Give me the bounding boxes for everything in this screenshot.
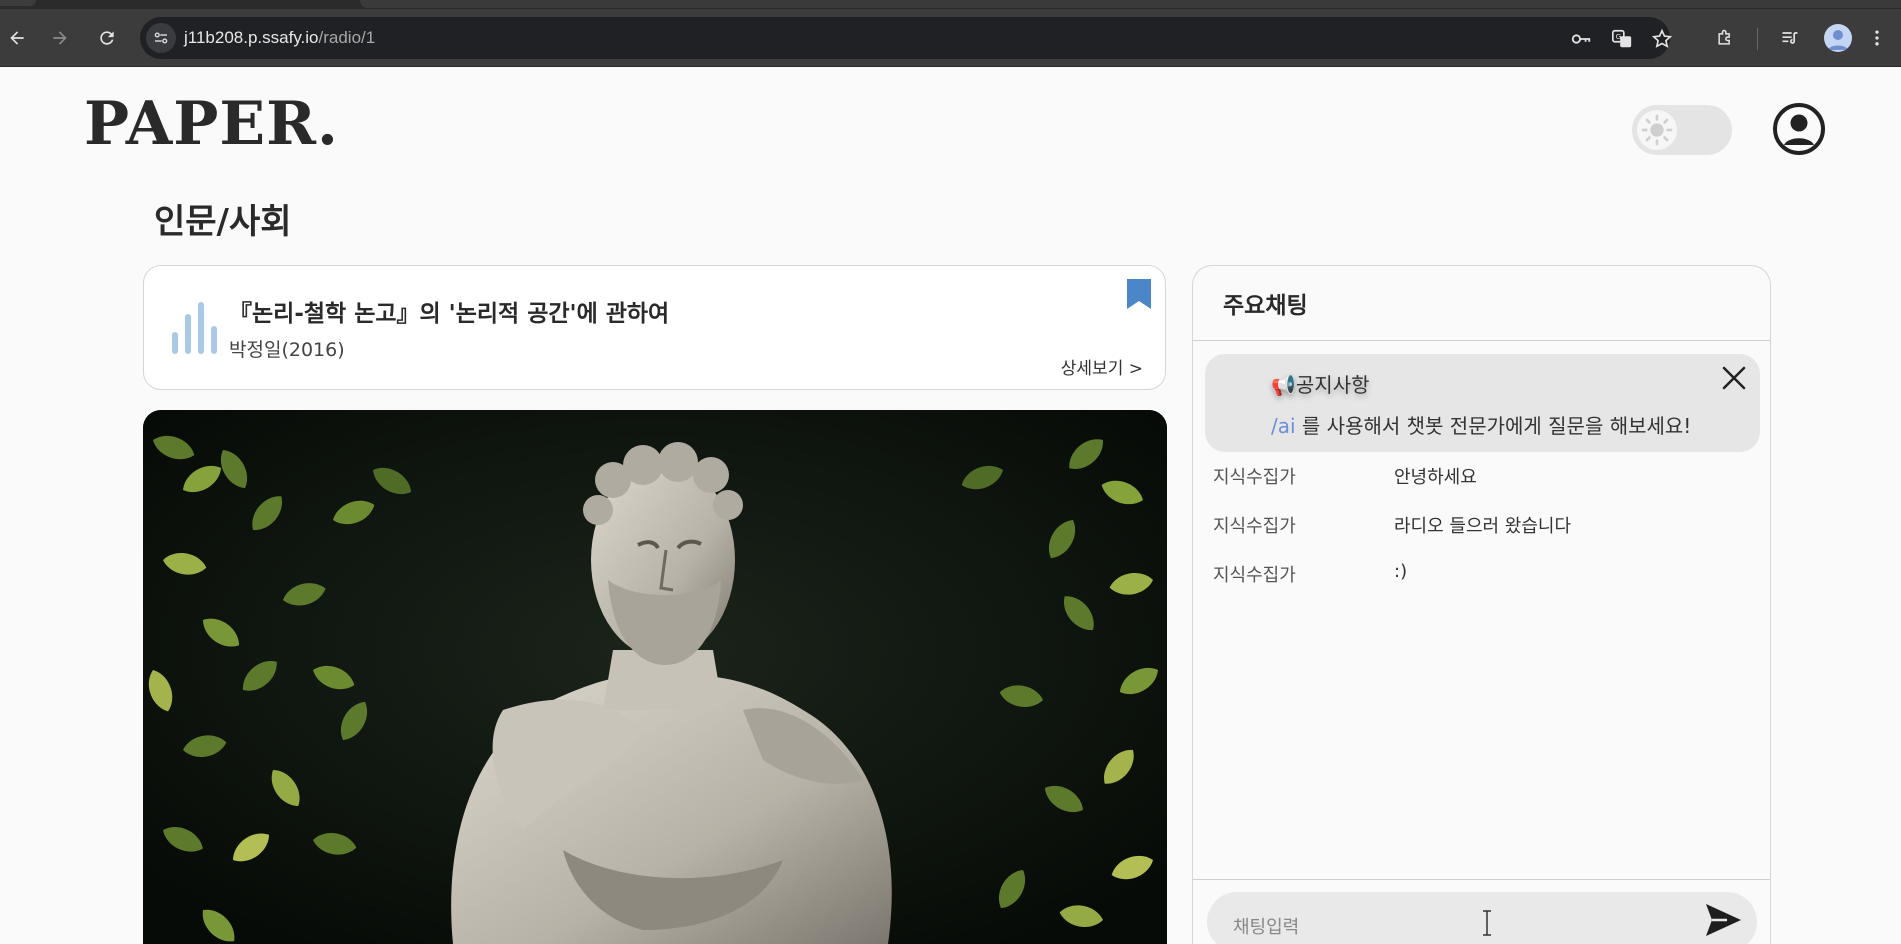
site-logo[interactable]: PAPER.: [84, 88, 339, 160]
close-icon[interactable]: [1720, 364, 1748, 392]
theme-toggle[interactable]: [1632, 105, 1732, 155]
notice-command: /ai: [1271, 414, 1296, 438]
statue-illustration: [143, 410, 1167, 944]
url-host: j11b208.p.ssafy.io: [184, 28, 319, 47]
chat-header: 주요채팅: [1193, 266, 1770, 341]
chat-message-user: 지식수집가: [1213, 516, 1296, 537]
chat-title: 주요채팅: [1223, 293, 1308, 319]
send-icon[interactable]: [1703, 900, 1743, 940]
active-tab[interactable]: [360, 0, 1901, 8]
chat-message: 지식수집가 :): [1213, 561, 1753, 591]
notice-banner: 📢공지사항 /ai 를 사용해서 챗봇 전문가에게 질문을 해보세요!: [1205, 354, 1760, 452]
audio-bars-icon: [172, 302, 217, 354]
chat-message-text: :): [1394, 561, 1408, 582]
toolbar-divider: [1757, 28, 1758, 50]
chat-message: 지식수집가 안녕하세요: [1213, 463, 1753, 493]
category-title: 인문/사회: [154, 202, 292, 242]
browser-toolbar: j11b208.p.ssafy.io/radio/1 G: [0, 9, 1901, 67]
tab-edge[interactable]: [0, 0, 36, 6]
url-text[interactable]: j11b208.p.ssafy.io/radio/1: [184, 28, 375, 48]
chat-panel: 주요채팅 📢공지사항 /ai 를 사용해서 챗봇 전문가에게 질문을 해보세요!…: [1192, 265, 1771, 944]
radio-info-card: 『논리-철학 논고』의 '논리적 공간'에 관하여 박정일(2016) 상세보기…: [143, 265, 1166, 390]
notice-body: /ai 를 사용해서 챗봇 전문가에게 질문을 해보세요!: [1271, 410, 1691, 439]
menu-dots-icon[interactable]: [1862, 23, 1892, 53]
chat-message-user: 지식수집가: [1213, 467, 1296, 488]
svg-text:G: G: [1616, 32, 1622, 41]
reload-icon[interactable]: [92, 23, 122, 53]
sun-icon: [1637, 110, 1677, 150]
chat-message-user: 지식수집가: [1213, 565, 1296, 586]
url-path: /radio/1: [318, 28, 376, 47]
browser-tabstrip: [0, 0, 1901, 9]
back-icon[interactable]: [2, 23, 32, 53]
password-key-icon[interactable]: [1570, 28, 1592, 50]
notice-title: 📢공지사항: [1271, 373, 1370, 397]
radio-cover-image: [143, 410, 1167, 944]
detail-link[interactable]: 상세보기 >: [1061, 354, 1143, 379]
text-cursor-icon: [1483, 910, 1491, 936]
radio-author: 박정일(2016): [229, 339, 345, 361]
chat-message: 지식수집가 라디오 들으러 왔습니다: [1213, 512, 1753, 542]
chat-input-placeholder: 채팅입력: [1233, 917, 1300, 938]
notice-text: 를 사용해서 챗봇 전문가에게 질문을 해보세요!: [1295, 414, 1692, 438]
chat-input-bar: 채팅입력: [1193, 879, 1770, 944]
translate-icon[interactable]: G: [1611, 28, 1633, 50]
star-icon[interactable]: [1651, 28, 1673, 50]
forward-icon[interactable]: [45, 23, 75, 53]
site-info-icon[interactable]: [146, 23, 176, 53]
chat-message-text: 라디오 들으러 왔습니다: [1394, 516, 1572, 537]
extensions-icon[interactable]: [1710, 23, 1740, 53]
chat-message-text: 안녕하세요: [1394, 467, 1477, 488]
radio-title: 『논리-철학 논고』의 '논리적 공간'에 관하여: [229, 301, 670, 327]
user-circle-icon[interactable]: [1772, 102, 1826, 156]
bookmark-icon[interactable]: [1126, 278, 1152, 310]
profile-avatar-icon[interactable]: [1824, 24, 1852, 52]
media-control-icon[interactable]: [1775, 23, 1805, 53]
address-bar[interactable]: j11b208.p.ssafy.io/radio/1 G: [140, 17, 1673, 59]
